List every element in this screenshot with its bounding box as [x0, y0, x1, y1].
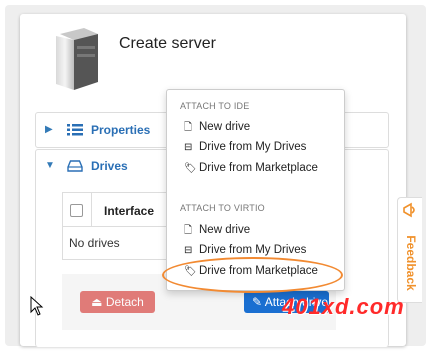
- menu-item-virtio-my-drives[interactable]: ⊟ Drive from My Drives: [184, 244, 306, 256]
- page-title: Create server: [119, 35, 216, 52]
- menu-item-label: New drive: [199, 121, 251, 133]
- feedback-tab[interactable]: Feedback: [397, 197, 422, 303]
- hdd-icon: [67, 160, 83, 172]
- detach-button[interactable]: ⏏ Detach: [80, 291, 155, 313]
- menu-item-ide-marketplace[interactable]: 🏷 Drive from Marketplace: [184, 162, 318, 174]
- paperclip-icon: ✎: [252, 295, 263, 309]
- highlight-annotation: [162, 257, 343, 293]
- tags-icon: 🏷: [184, 163, 197, 174]
- menu-item-label: Drive from Marketplace: [199, 162, 318, 174]
- file-icon: 🗋: [184, 225, 193, 236]
- column-header-interface: Interface: [104, 204, 155, 218]
- mouse-cursor-icon: [30, 296, 44, 316]
- hdd-icon: ⊟: [184, 245, 193, 256]
- column-divider: [91, 193, 92, 226]
- megaphone-icon: [403, 202, 415, 218]
- select-all-checkbox[interactable]: [70, 204, 83, 217]
- menu-item-label: New drive: [199, 224, 251, 236]
- menu-header-ide: ATTACH TO IDE: [180, 101, 250, 111]
- detach-label: Detach: [105, 295, 144, 309]
- hdd-icon: ⊟: [184, 142, 193, 153]
- caret-right-icon: ▶: [45, 124, 53, 135]
- menu-item-label: Drive from My Drives: [199, 141, 307, 153]
- menu-item-ide-my-drives[interactable]: ⊟ Drive from My Drives: [184, 141, 306, 153]
- caret-down-icon: ▼: [45, 160, 55, 171]
- eject-icon: ⏏: [91, 295, 103, 309]
- menu-item-ide-new-drive[interactable]: 🗋 New drive: [184, 120, 250, 137]
- empty-message: No drives: [69, 236, 120, 250]
- drives-label: Drives: [91, 159, 128, 173]
- list-icon: [67, 124, 83, 136]
- watermark: 401xd.com: [282, 294, 405, 319]
- server-icon: [56, 28, 98, 90]
- menu-item-label: Drive from My Drives: [199, 244, 307, 256]
- properties-label: Properties: [91, 123, 151, 137]
- feedback-label: Feedback: [404, 235, 418, 291]
- file-icon: 🗋: [184, 122, 193, 133]
- menu-item-virtio-new-drive[interactable]: 🗋 New drive: [184, 223, 250, 240]
- menu-header-virtio: ATTACH TO VIRTIO: [180, 203, 265, 213]
